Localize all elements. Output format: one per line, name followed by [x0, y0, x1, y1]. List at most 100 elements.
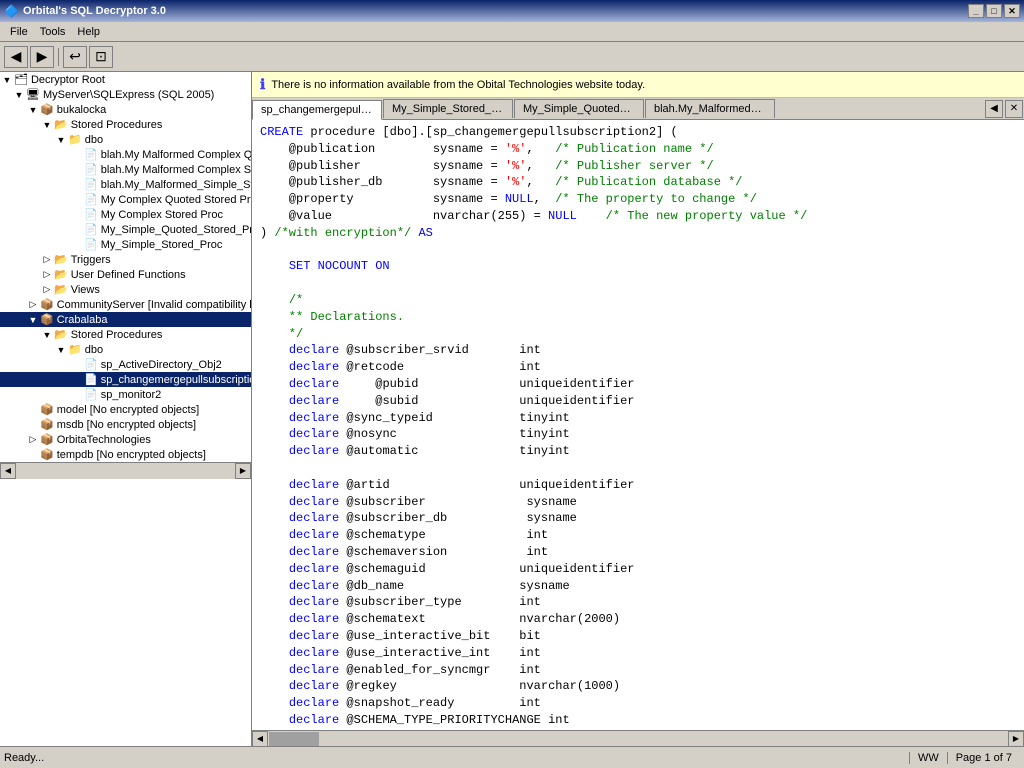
tree-storedprocs2[interactable]: ▼ 📂 Stored Procedures: [0, 327, 251, 342]
folder-icon: 📂: [54, 283, 68, 296]
titlebar: 🔷 Orbital's SQL Decryptor 3.0 _ □ ✕: [0, 0, 1024, 22]
expand-icon: ▼: [42, 330, 52, 340]
hscroll-right-button[interactable]: ▶: [235, 463, 251, 479]
main-layout: ▼ 🗂 Decryptor Root ▼ 🖥 MyServer\SQLExpre…: [0, 72, 1024, 746]
tree-proc2[interactable]: ▷ 📄 blah.My Malformed Complex Stored Pr: [0, 162, 251, 177]
code-hscroll-right-button[interactable]: ▶: [1008, 731, 1024, 747]
db-icon: 📦: [40, 433, 54, 446]
expand-icon: ▼: [14, 90, 24, 100]
expand-icon: ▷: [42, 285, 52, 295]
db-icon: 📦: [40, 103, 54, 116]
tab-close-button[interactable]: ✕: [1005, 100, 1023, 118]
tree-proc5[interactable]: ▷ 📄 My Complex Stored Proc: [0, 207, 251, 222]
toolbar-separator: [58, 48, 59, 66]
folder-icon: 📂: [54, 118, 68, 131]
tree-dbo2[interactable]: ▼ 📁 dbo: [0, 342, 251, 357]
code-editor[interactable]: CREATE procedure [dbo].[sp_changemergepu…: [252, 120, 1024, 730]
tree-sproc1-label: sp_ActiveDirectory_Obj2: [101, 359, 222, 371]
expand-icon: ▷: [42, 255, 52, 265]
tree-storedprocs2-label: Stored Procedures: [71, 329, 163, 341]
tab-my-simple-stored-proc[interactable]: My_Simple_Stored_Proc: [383, 99, 513, 118]
proc-icon: 📄: [84, 238, 98, 251]
tree-udf[interactable]: ▷ 📂 User Defined Functions: [0, 267, 251, 282]
window-controls: _ □ ✕: [968, 4, 1020, 18]
tree-dbo1[interactable]: ▼ 📁 dbo: [0, 132, 251, 147]
code-hscroll-thumb[interactable]: [269, 732, 319, 746]
tree-bukalocka-label: bukalocka: [57, 104, 107, 116]
tree-myserver-label: MyServer\SQLExpress (SQL 2005): [43, 89, 214, 101]
tree-views-label: Views: [71, 284, 100, 296]
tree-storedprocs1[interactable]: ▼ 📂 Stored Procedures: [0, 117, 251, 132]
tree-bukalocka[interactable]: ▼ 📦 bukalocka: [0, 102, 251, 117]
tree-udf-label: User Defined Functions: [71, 269, 186, 281]
tabs-bar: sp_changemergepullsubscription2 My_Simpl…: [252, 98, 1024, 120]
tree-tempdb[interactable]: ▷ 📦 tempdb [No encrypted objects]: [0, 447, 251, 462]
tab-sp-changemergepullsubscription2[interactable]: sp_changemergepullsubscription2: [252, 100, 382, 120]
proc-icon: 📄: [84, 373, 98, 386]
maximize-button[interactable]: □: [986, 4, 1002, 18]
tree-model[interactable]: ▷ 📦 model [No encrypted objects]: [0, 402, 251, 417]
tree-dbo1-label: dbo: [85, 134, 103, 146]
tab-my-simple-quoted-stored-proc[interactable]: My_Simple_Quoted_Stored_Proc: [514, 99, 644, 118]
tree-root[interactable]: ▼ 🗂 Decryptor Root: [0, 72, 251, 87]
menubar: File Tools Help: [0, 22, 1024, 42]
tree-proc6[interactable]: ▷ 📄 My_Simple_Quoted_Stored_Proc: [0, 222, 251, 237]
statusbar: Ready... WW Page 1 of 7: [0, 746, 1024, 768]
tree-views[interactable]: ▷ 📂 Views: [0, 282, 251, 297]
tree-proc3-label: blah.My_Malformed_Simple_Stored_P: [101, 179, 252, 191]
db-icon: 📦: [40, 313, 54, 326]
hscroll-left-button[interactable]: ◀: [0, 463, 16, 479]
back-button[interactable]: ◀: [4, 46, 28, 68]
menu-help[interactable]: Help: [71, 24, 106, 40]
app-icon: 🔷: [4, 4, 19, 18]
app-title: Orbital's SQL Decryptor 3.0: [23, 5, 166, 17]
tree-communityserver[interactable]: ▷ 📦 CommunityServer [Invalid compatibili…: [0, 297, 251, 312]
proc-icon: 📄: [84, 193, 98, 206]
tree-proc4[interactable]: ▷ 📄 My Complex Quoted Stored Proc: [0, 192, 251, 207]
code-hscroll-left-button[interactable]: ◀: [252, 731, 268, 747]
forward-button[interactable]: ▶: [30, 46, 54, 68]
schema-icon: 📁: [68, 343, 82, 356]
info-bar: ℹ There is no information available from…: [252, 72, 1024, 98]
stop-button[interactable]: ⊡: [89, 46, 113, 68]
schema-icon: 📁: [68, 133, 82, 146]
refresh-button[interactable]: ↩: [63, 46, 87, 68]
tree-sproc2[interactable]: ▷ 📄 sp_changemergepullsubscription2: [0, 372, 251, 387]
expand-icon: ▼: [28, 315, 38, 325]
menu-file[interactable]: File: [4, 24, 34, 40]
expand-icon: ▷: [28, 435, 38, 445]
proc-icon: 📄: [84, 358, 98, 371]
tree-proc5-label: My Complex Stored Proc: [101, 209, 223, 221]
close-button[interactable]: ✕: [1004, 4, 1020, 18]
status-ww: WW: [909, 752, 947, 764]
hscroll-track[interactable]: [16, 463, 235, 479]
tree-sproc2-label: sp_changemergepullsubscription2: [101, 374, 252, 386]
tree-proc1[interactable]: ▷ 📄 blah.My Malformed Complex Quoted S: [0, 147, 251, 162]
tree-triggers-label: Triggers: [71, 254, 111, 266]
tree-sproc1[interactable]: ▷ 📄 sp_ActiveDirectory_Obj2: [0, 357, 251, 372]
tree-proc7[interactable]: ▷ 📄 My_Simple_Stored_Proc: [0, 237, 251, 252]
tree-model-label: model [No encrypted objects]: [57, 404, 199, 416]
tree-crabalaba[interactable]: ▼ 📦 Crabalaba: [0, 312, 251, 327]
expand-icon: ▼: [2, 75, 12, 85]
tree-proc1-label: blah.My Malformed Complex Quoted S: [101, 149, 252, 161]
tree-storedprocs1-label: Stored Procedures: [71, 119, 163, 131]
folder-icon: 📂: [54, 253, 68, 266]
tree-proc3[interactable]: ▷ 📄 blah.My_Malformed_Simple_Stored_P: [0, 177, 251, 192]
tree-panel[interactable]: ▼ 🗂 Decryptor Root ▼ 🖥 MyServer\SQLExpre…: [0, 72, 252, 746]
tree-msdb[interactable]: ▷ 📦 msdb [No encrypted objects]: [0, 417, 251, 432]
status-right: WW Page 1 of 7: [909, 752, 1020, 764]
tree-orbitaltechnologies[interactable]: ▷ 📦 OrbitaTechnologies: [0, 432, 251, 447]
minimize-button[interactable]: _: [968, 4, 984, 18]
tab-controls: ◀ ✕: [984, 99, 1024, 119]
tab-blah-malformed[interactable]: blah.My_Malformed_Simple_Quote...: [645, 99, 775, 118]
expand-icon: ▼: [28, 105, 38, 115]
tree-triggers[interactable]: ▷ 📂 Triggers: [0, 252, 251, 267]
tree-sproc3[interactable]: ▷ 📄 sp_monitor2: [0, 387, 251, 402]
tab-scroll-left-button[interactable]: ◀: [985, 100, 1003, 118]
info-message: There is no information available from t…: [271, 79, 645, 91]
code-hscroll-track[interactable]: [268, 731, 1008, 747]
menu-tools[interactable]: Tools: [34, 24, 72, 40]
db-icon: 📦: [40, 298, 54, 311]
tree-myserver[interactable]: ▼ 🖥 MyServer\SQLExpress (SQL 2005): [0, 87, 251, 102]
